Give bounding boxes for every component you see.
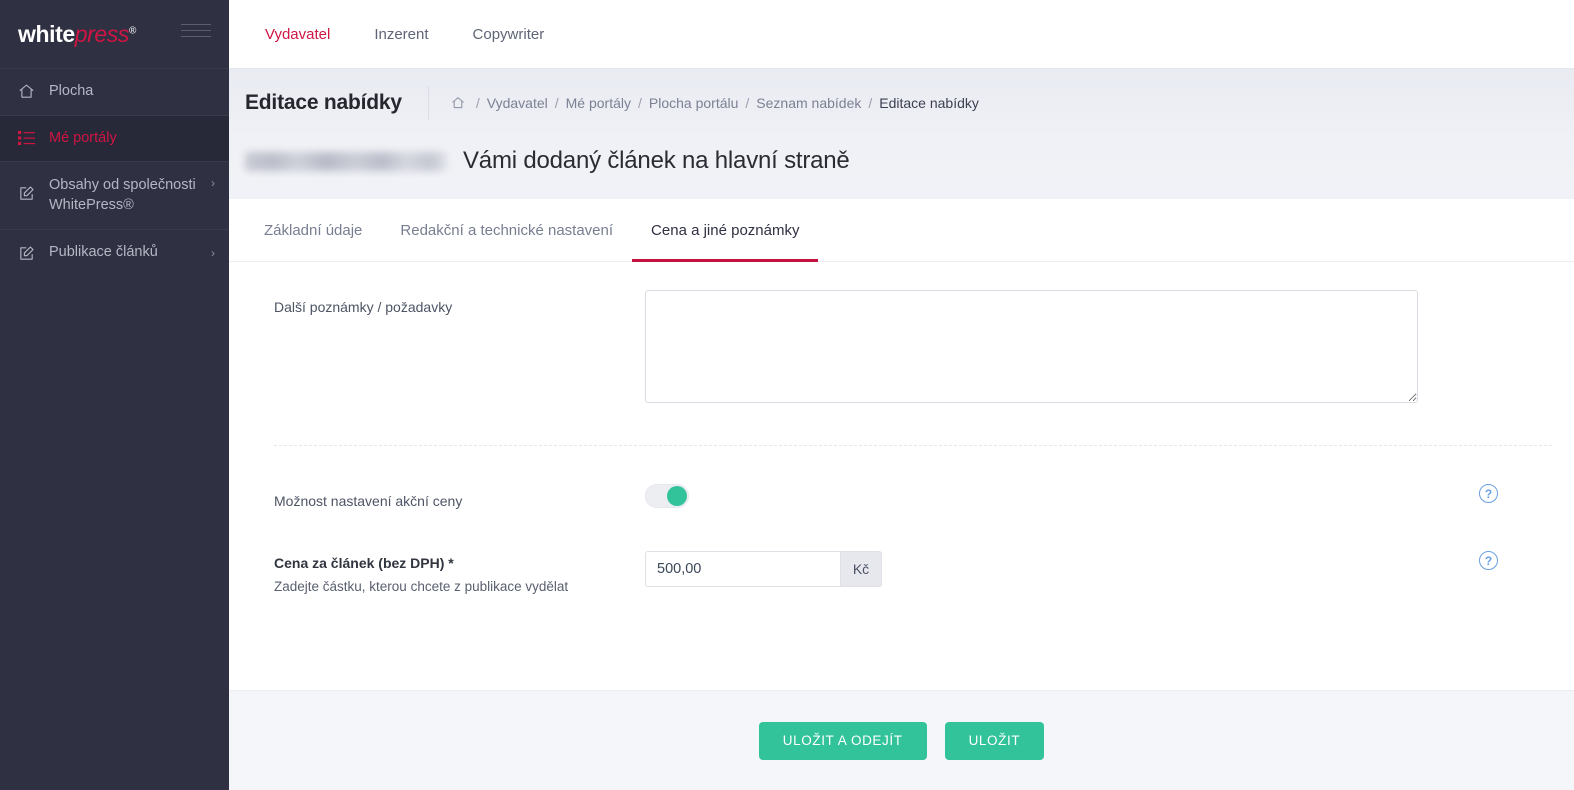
price-row: Cena za článek (bez DPH) * Zadejte částk… [229, 551, 1574, 594]
tab-label: Základní údaje [264, 221, 363, 239]
tab-label: Vydavatel [265, 25, 331, 43]
breadcrumb-separator: / [554, 95, 559, 111]
save-and-exit-button[interactable]: ULOŽIT A ODEJÍT [758, 721, 927, 760]
logo-part-white: white [18, 20, 75, 47]
breadcrumb-item-seznam-nabidek[interactable]: Seznam nabídek [756, 95, 861, 111]
price-label: Cena za článek (bez DPH) * [274, 555, 454, 571]
app-root: whitepress® Plocha Mé portály Obsahy od … [0, 0, 1574, 790]
logo[interactable]: whitepress® [18, 20, 136, 47]
page-title: Editace nabídky [245, 91, 402, 114]
home-icon[interactable] [451, 96, 465, 110]
sidebar-item-label: Mé portály [49, 129, 117, 146]
promo-field-col: ? [645, 484, 1552, 508]
breadcrumb-separator: / [868, 95, 873, 111]
price-field-col: Kč ? [645, 551, 1552, 587]
notes-label: Další poznámky / požadavky [274, 299, 453, 315]
sidebar-item-label: Plocha [49, 83, 94, 99]
promo-help-wrap: ? [689, 484, 1552, 503]
notes-row: Další poznámky / požadavky [229, 290, 1574, 403]
toggle-knob [667, 486, 687, 506]
tab-copywriter[interactable]: Copywriter [451, 0, 567, 68]
sidebar-item-obsahy-whitepress[interactable]: Obsahy od společnosti WhitePress® › [0, 161, 229, 229]
tab-inzerent[interactable]: Inzerent [352, 0, 450, 68]
page-header-offer-row: Vámi dodaný článek na hlavní straně [229, 137, 1574, 199]
logo-registered-mark: ® [129, 24, 136, 36]
notes-label-col: Další poznámky / požadavky [245, 290, 645, 315]
chevron-right-icon: › [211, 176, 215, 191]
form-footer: ULOŽIT A ODEJÍT ULOŽIT [229, 690, 1574, 790]
sidebar-item-me-portaly[interactable]: Mé portály [0, 114, 229, 162]
tab-redakcni-technicke-nastaveni[interactable]: Redakční a technické nastavení [381, 199, 632, 261]
breadcrumb-item-plocha-portalu[interactable]: Plocha portálu [649, 95, 739, 111]
tab-zakladni-udaje[interactable]: Základní údaje [245, 199, 381, 261]
hamburger-menu-icon[interactable] [181, 24, 211, 37]
price-input[interactable] [645, 551, 840, 587]
offer-title: Vámi dodaný článek na hlavní straně [463, 147, 850, 174]
breadcrumb-item-me-portaly[interactable]: Mé portály [566, 95, 631, 111]
sidebar-item-publikace-clanku[interactable]: Publikace článků › [0, 229, 229, 276]
price-help-wrap: ? [882, 551, 1552, 570]
section-divider [274, 445, 1552, 446]
breadcrumb-separator: / [475, 95, 480, 111]
price-currency-addon: Kč [840, 551, 882, 587]
tab-label: Redakční a technické nastavení [400, 221, 614, 239]
promo-label: Možnost nastavení akční ceny [274, 493, 463, 509]
tab-label: Copywriter [472, 25, 545, 43]
sidebar-item-label: Obsahy od společnosti WhitePress® [49, 177, 196, 213]
breadcrumb-item-current: Editace nabídky [879, 95, 979, 111]
sidebar-item-plocha[interactable]: Plocha [0, 68, 229, 115]
card-spacer [229, 594, 1574, 690]
help-question-icon[interactable]: ? [1479, 484, 1498, 503]
hamburger-line [181, 30, 211, 31]
promo-label-col: Možnost nastavení akční ceny [245, 484, 645, 509]
sidebar-nav: Plocha Mé portály Obsahy od společnosti … [0, 68, 229, 276]
logo-part-press: press [74, 20, 130, 47]
chevron-right-icon: › [211, 246, 215, 261]
main-content: Vydavatel Inzerent Copywriter Editace na… [229, 0, 1574, 790]
home-icon [16, 83, 36, 100]
price-help-text: Zadejte částku, kterou chcete z publikac… [274, 579, 569, 594]
tab-vydavatel[interactable]: Vydavatel [243, 0, 353, 68]
notes-field-col [645, 290, 1552, 403]
card-tabs: Základní údaje Redakční a technické nast… [229, 199, 1574, 262]
breadcrumb: / Vydavatel / Mé portály / Plocha portál… [451, 95, 979, 111]
hamburger-line [181, 36, 211, 37]
promo-toggle-row: Možnost nastavení akční ceny ? [229, 484, 1574, 509]
tab-label: Cena a jiné poznámky [651, 221, 800, 239]
edit-square-icon [16, 185, 36, 202]
hamburger-line [181, 24, 211, 25]
header-divider [427, 86, 429, 120]
save-button[interactable]: ULOŽIT [944, 721, 1045, 760]
page-header-top-row: Editace nabídky / Vydavatel / Mé portály… [229, 69, 1574, 137]
redacted-domain [245, 151, 447, 171]
breadcrumb-separator: / [638, 95, 642, 111]
breadcrumb-separator: / [745, 95, 750, 111]
edit-square-icon [16, 245, 36, 262]
help-question-icon[interactable]: ? [1479, 551, 1498, 570]
brand-row: whitepress® [0, 0, 229, 68]
page-header: Editace nabídky / Vydavatel / Mé portály… [229, 68, 1574, 199]
sidebar: whitepress® Plocha Mé portály Obsahy od … [0, 0, 229, 790]
price-label-col: Cena za článek (bez DPH) * Zadejte částk… [245, 551, 645, 594]
tab-cena-a-jine-poznamky[interactable]: Cena a jiné poznámky [632, 199, 819, 262]
top-role-tabs: Vydavatel Inzerent Copywriter [229, 0, 1574, 68]
list-icon [16, 130, 36, 146]
promo-price-toggle[interactable] [645, 484, 689, 508]
notes-textarea[interactable] [645, 290, 1418, 403]
price-input-group: Kč [645, 551, 882, 587]
price-form: Další poznámky / požadavky Možnost nasta… [229, 262, 1574, 594]
breadcrumb-item-vydavatel[interactable]: Vydavatel [487, 95, 548, 111]
tab-label: Inzerent [374, 25, 429, 43]
offer-edit-card: Základní údaje Redakční a technické nast… [229, 199, 1574, 790]
sidebar-item-label: Publikace článků [49, 244, 158, 261]
